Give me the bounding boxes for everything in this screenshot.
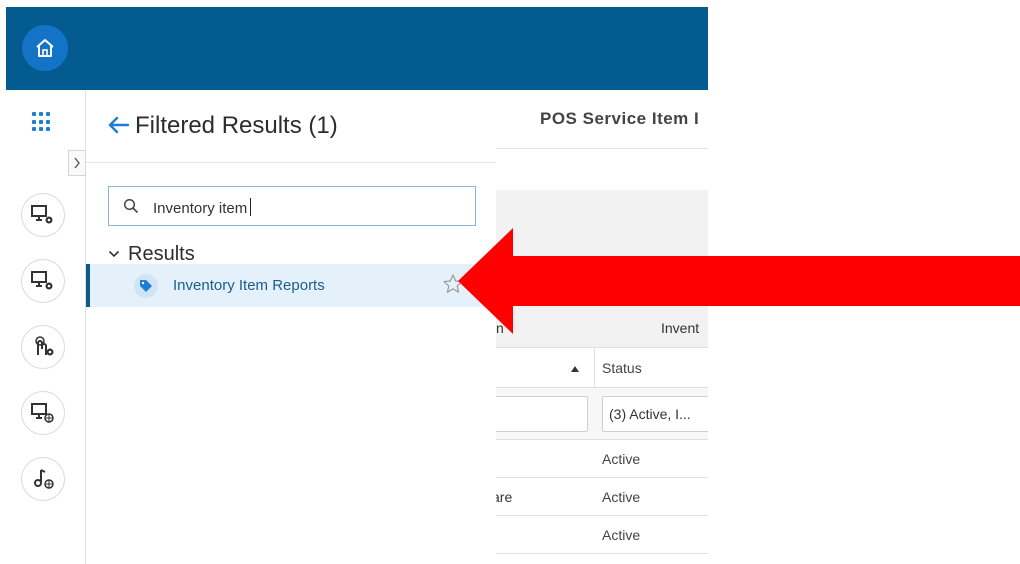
search-input[interactable]: Inventory item bbox=[108, 186, 476, 226]
nav-touch-settings[interactable] bbox=[21, 325, 65, 369]
filtered-results-panel: Filtered Results (1) Inventory item Resu… bbox=[86, 90, 496, 564]
back-arrow-icon[interactable] bbox=[106, 115, 130, 135]
status-filter-select[interactable]: (3) Active, I... bbox=[602, 396, 708, 432]
tag-icon bbox=[134, 274, 158, 298]
monitor-settings-icon bbox=[31, 271, 53, 290]
search-icon bbox=[123, 198, 139, 214]
panel-header: Filtered Results (1) bbox=[86, 90, 496, 163]
monitor-globe-icon bbox=[31, 403, 54, 423]
top-bar bbox=[6, 7, 708, 90]
nav-monitor-globe[interactable] bbox=[21, 391, 65, 435]
chevron-down-icon bbox=[108, 250, 120, 258]
expand-panel-button[interactable] bbox=[68, 150, 86, 176]
table-filter-row: (3) Active, I... bbox=[496, 388, 708, 440]
name-filter-input[interactable] bbox=[496, 396, 588, 432]
table-row[interactable]: are Active bbox=[496, 478, 708, 516]
red-pointer-arrow bbox=[458, 228, 1020, 334]
home-button[interactable] bbox=[22, 25, 68, 71]
row-status-cell: Active bbox=[602, 489, 641, 505]
sort-ascending-icon[interactable] bbox=[570, 365, 580, 373]
chevron-right-icon bbox=[74, 157, 80, 169]
text-cursor bbox=[250, 198, 252, 216]
nav-monitor-settings-2[interactable] bbox=[21, 259, 65, 303]
nav-music-globe[interactable] bbox=[21, 457, 65, 501]
status-filter-value: (3) Active, I... bbox=[609, 406, 691, 422]
row-status-cell: Active bbox=[602, 451, 641, 467]
table-column-headers: Status bbox=[496, 348, 708, 388]
nav-monitor-settings-1[interactable] bbox=[21, 193, 65, 237]
result-item-inventory-item-reports[interactable]: Inventory Item Reports bbox=[86, 264, 496, 307]
table-row[interactable]: Active bbox=[496, 440, 708, 478]
app-grid-icon[interactable] bbox=[32, 112, 52, 132]
results-label: Results bbox=[128, 242, 195, 265]
row-name-cell: are bbox=[496, 489, 513, 505]
results-group-toggle[interactable]: Results bbox=[108, 242, 195, 266]
row-status-cell: Active bbox=[602, 527, 641, 543]
page-title: POS Service Item I bbox=[540, 109, 700, 128]
search-value: Inventory item bbox=[153, 200, 248, 217]
panel-title: Filtered Results (1) bbox=[135, 112, 338, 139]
column-divider bbox=[594, 348, 595, 388]
status-column-header[interactable]: Status bbox=[602, 360, 642, 376]
left-navigation bbox=[6, 90, 86, 564]
music-globe-icon bbox=[34, 469, 54, 489]
monitor-settings-icon bbox=[31, 205, 53, 224]
home-icon bbox=[36, 39, 54, 57]
result-item-label: Inventory Item Reports bbox=[173, 277, 325, 294]
table-row[interactable]: Active bbox=[496, 516, 708, 554]
touch-settings-icon bbox=[35, 336, 54, 356]
divider bbox=[496, 148, 708, 149]
